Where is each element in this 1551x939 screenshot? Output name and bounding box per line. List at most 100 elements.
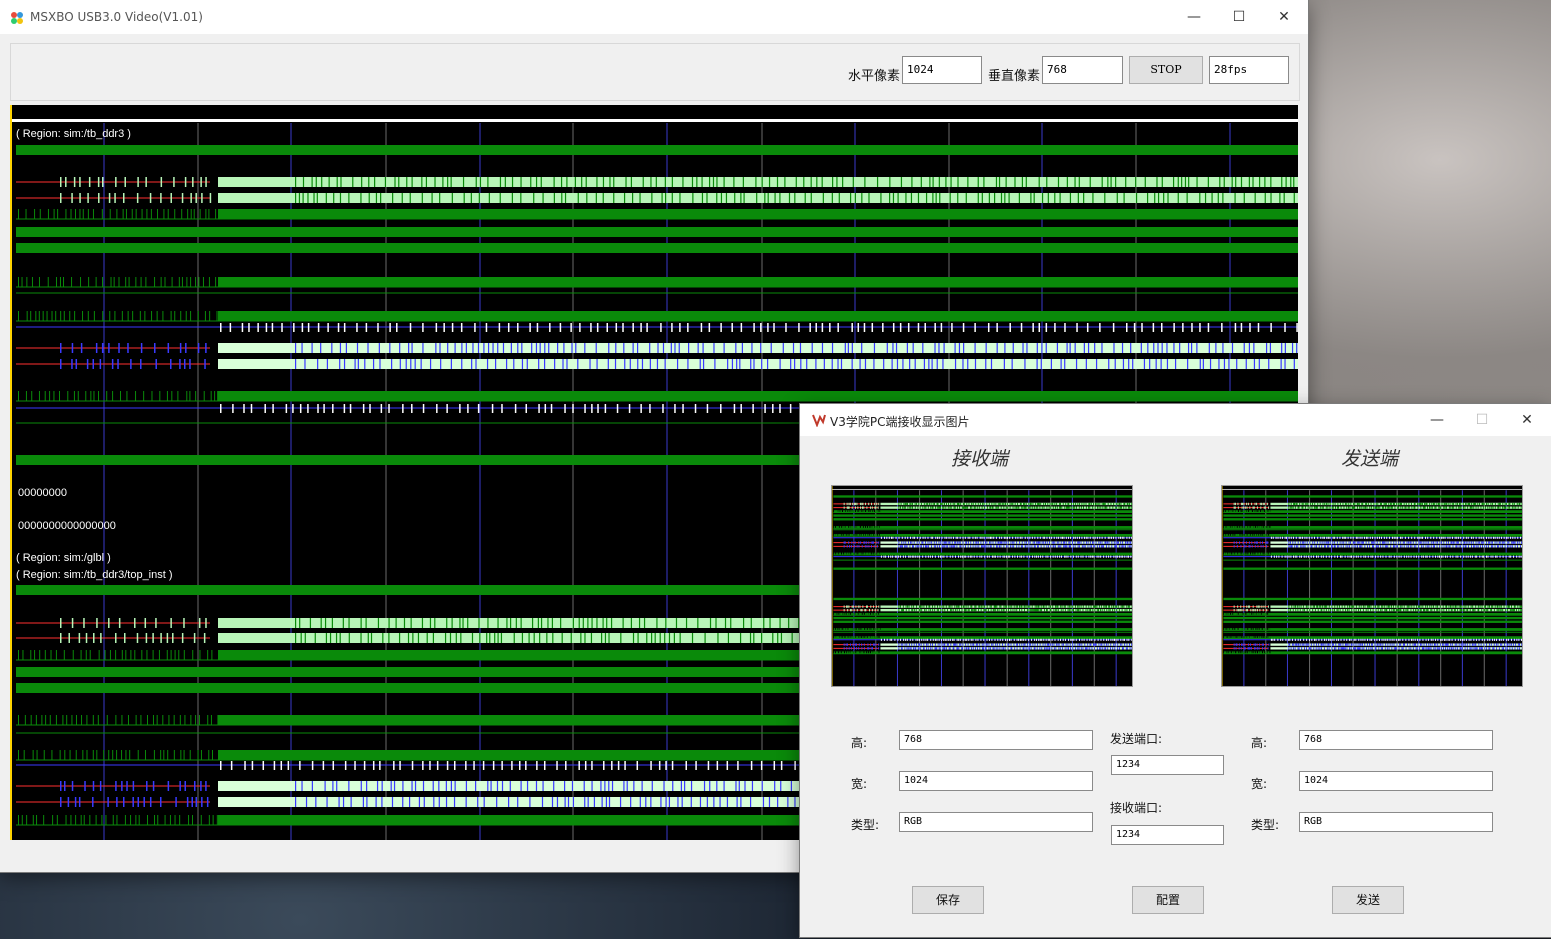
wave-bus-transition [910,541,912,544]
wave-bus-transition [1504,545,1506,548]
wave-pulse-edge [1234,533,1236,537]
wave-bus-transition [324,618,327,628]
wave-pulse-edge [163,750,165,760]
wave-signal-tick [892,555,894,558]
wave-signal-tick [1388,536,1390,539]
wave-bus-transition [1321,605,1323,608]
wave-bus-transition [1118,545,1120,548]
wave-pulse-edge [852,628,854,631]
wave-bus-transition [1050,506,1052,509]
wave-bus-transition [1358,502,1360,506]
wave-pulse-edge [18,715,19,725]
wave-bus-transition [1395,541,1397,544]
wave-pulse-edge [864,533,866,537]
wave-pulse-edge [844,612,846,616]
wave-bus-transition [1327,506,1329,509]
dialog-minimize-button[interactable]: — [1426,409,1448,431]
wave-bus-transition [716,781,718,791]
wave-signal-tick [938,555,940,558]
wave-signal-tick [956,638,958,641]
wave-bus-transition [952,545,954,548]
wave-pulse-edge [878,510,880,513]
wave-signal-tick [962,638,964,641]
wave-bus-transition [1045,343,1047,353]
wave-bus-transition [974,359,977,369]
wave-bus-transition [1423,506,1425,509]
wave-pulse-edge [880,612,882,616]
wave-bus-transition [1160,359,1162,369]
wave-bus-transition [1418,605,1420,608]
wave-bus-transition [1342,608,1344,612]
wave-bus-transition [927,643,929,646]
main-titlebar[interactable]: MSXBO USB3.0 Video(V1.01) — ☐ ✕ [0,0,1308,34]
wave-pulse-edge [55,277,57,287]
wave-bus-transition [609,177,611,187]
wave-bus-transition [1306,541,1308,544]
wave-bus-transition [1366,506,1368,509]
wave-bus-early [866,545,868,548]
wave-bus-transition [1217,193,1219,203]
maximize-button[interactable]: ☐ [1228,6,1250,28]
wave-bus-transition [1420,502,1422,506]
wave-pulse-edge [1267,612,1269,616]
wave-bus-transition [983,506,985,509]
wave-bus-transition [1337,502,1339,506]
dialog-titlebar[interactable]: V3学院PC端接收显示图片 — ☐ ✕ [800,404,1551,436]
wave-bus-transition [1332,506,1334,509]
wave-signal-tick [885,555,887,558]
wave-signal-tick [1458,536,1460,539]
wave-bus-early [1236,541,1238,544]
h-pixels-input[interactable]: 1024 [902,56,982,84]
wave-pulse-edge [858,651,860,654]
wave-signal-tick [572,404,574,413]
wave-signal-tick [1111,536,1113,539]
wave-bus-early [201,797,203,807]
close-button[interactable]: ✕ [1273,6,1295,28]
wave-bus-transition [1077,608,1079,612]
wave-signal-tick [1037,555,1039,558]
wave-bus-transition [364,359,366,369]
wave-bus-transition [1050,608,1052,612]
wave-bus-transition [761,359,763,369]
dialog-maximize-button[interactable]: ☐ [1471,409,1493,431]
wave-bus-transition [905,608,907,612]
stop-button[interactable]: STOP [1129,56,1203,84]
wave-bus-transition [943,343,945,353]
wave-bus-early [1260,506,1262,509]
wave-bus-early [195,797,198,807]
wave-bus-transition [889,177,891,187]
wave-signal-tick [1207,323,1210,332]
wave-signal-tick [1072,555,1074,558]
wave-signal-tick [886,536,888,539]
wave-pulse-edge [171,277,173,287]
wave-bus-transition [374,177,376,187]
wave-bus-transition [697,343,699,353]
wave-pulse-edge [174,311,176,321]
wave-bus-transition [1037,608,1039,612]
wave-bus-transition [1038,177,1040,187]
wave-signal-tick [903,638,905,641]
wave-bus-transition [1106,541,1108,544]
wave-bus-early [856,643,858,646]
wave-signal-tick [1490,536,1492,539]
wave-pulse-edge [862,533,864,537]
wave-pulse-edge [166,650,168,660]
wave-pulse-edge [132,311,134,321]
wave-bus-transition [1391,502,1393,506]
dialog-close-button[interactable]: ✕ [1516,409,1538,431]
wave-pulse-edge [873,612,875,616]
wave-bus-transition [982,545,984,548]
wave-bus-transition [1502,541,1504,544]
wave-pulse-edge [135,277,137,287]
wave-pulse-edge [192,815,194,825]
v-pixels-input[interactable]: 768 [1042,56,1123,84]
wave-signal-tick [1305,555,1307,558]
wave-bus-transition [608,781,610,791]
wave-bus-transition [978,545,980,548]
wave-bus-transition [1484,605,1486,608]
wave-pulse-edge [210,715,212,725]
wave-signal-tick [909,555,911,558]
wave-signal-tick [1325,555,1327,558]
wave-signal-tick [1088,555,1090,558]
minimize-button[interactable]: — [1183,6,1205,28]
